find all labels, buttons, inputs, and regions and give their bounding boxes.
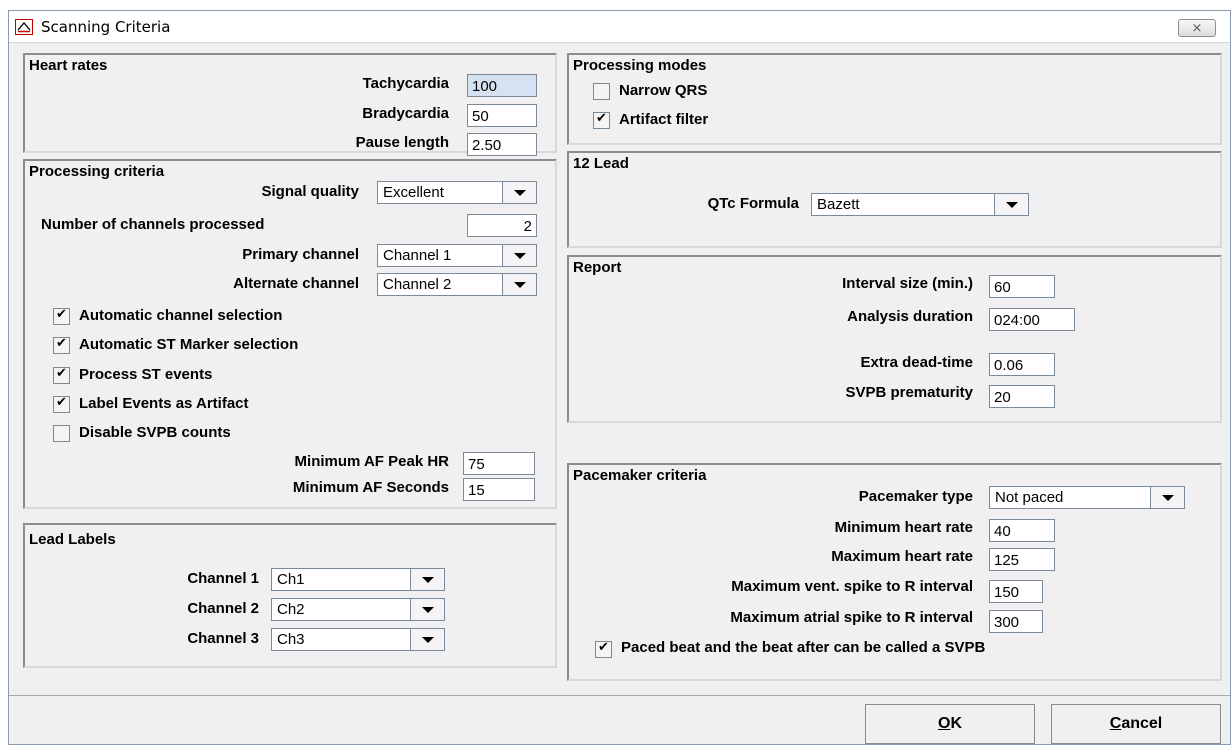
pacemaker-type-value: Not paced: [995, 489, 1064, 506]
primary-channel-value: Channel 1: [383, 247, 452, 264]
lead-channel-1-label: Channel 1: [187, 570, 259, 587]
lead-channel-3-dropdown[interactable]: Ch3: [271, 628, 445, 651]
min-af-seconds-field[interactable]: 15: [463, 478, 535, 501]
lead-channel-3-label: Channel 3: [187, 630, 259, 647]
svpb-prematurity-field[interactable]: 20: [989, 385, 1055, 408]
lead-labels-title: Lead Labels: [29, 531, 116, 548]
disable-svpb-counts-checkbox[interactable]: [53, 425, 70, 442]
signal-quality-label: Signal quality: [261, 183, 359, 200]
auto-channel-selection-label: Automatic channel selection: [79, 307, 283, 324]
interval-size-field[interactable]: 60: [989, 275, 1055, 298]
num-channels-field[interactable]: 2: [467, 214, 537, 237]
max-atrial-spike-label: Maximum atrial spike to R interval: [730, 609, 973, 626]
cancel-button[interactable]: Cancel: [1051, 704, 1221, 744]
ok-button[interactable]: OK: [865, 704, 1035, 744]
min-heart-rate-field[interactable]: 40: [989, 519, 1055, 542]
pause-length-field[interactable]: 2.50: [467, 133, 537, 156]
pacemaker-criteria-title: Pacemaker criteria: [573, 467, 707, 484]
min-af-peak-hr-label: Minimum AF Peak HR: [294, 453, 449, 470]
min-af-peak-hr-field[interactable]: 75: [463, 452, 535, 475]
bradycardia-label: Bradycardia: [362, 105, 449, 122]
lead-channel-3-value: Ch3: [277, 631, 305, 648]
pacemaker-type-label: Pacemaker type: [858, 488, 973, 505]
paced-beat-svpb-checkbox[interactable]: [595, 640, 612, 658]
narrow-qrs-label: Narrow QRS: [619, 82, 708, 99]
processing-modes-title: Processing modes: [573, 57, 707, 74]
min-heart-rate-label: Minimum heart rate: [834, 519, 973, 536]
lead-channel-2-label: Channel 2: [187, 600, 259, 617]
window-title: Scanning Criteria: [41, 18, 171, 36]
analysis-duration-field[interactable]: 024:00: [989, 308, 1075, 331]
chevron-down-icon[interactable]: [1150, 487, 1184, 508]
tachycardia-field[interactable]: 100: [467, 74, 537, 97]
chevron-down-icon[interactable]: [410, 569, 444, 590]
chevron-down-icon[interactable]: [410, 629, 444, 650]
lead-channel-2-dropdown[interactable]: Ch2: [271, 598, 445, 621]
extra-dead-time-label: Extra dead-time: [860, 354, 973, 371]
extra-dead-time-field[interactable]: 0.06: [989, 353, 1055, 376]
max-heart-rate-label: Maximum heart rate: [831, 548, 973, 565]
pause-length-label: Pause length: [355, 134, 449, 151]
qtc-formula-value: Bazett: [817, 196, 860, 213]
scanning-criteria-dialog: Scanning Criteria ⨯ Heart rates Tachycar…: [8, 10, 1231, 745]
cancel-label-rest: ancel: [1121, 715, 1163, 732]
qtc-formula-label: QTc Formula: [707, 195, 799, 212]
pacemaker-type-dropdown[interactable]: Not paced: [989, 486, 1185, 509]
lead-channel-1-dropdown[interactable]: Ch1: [271, 568, 445, 591]
auto-st-marker-label: Automatic ST Marker selection: [79, 336, 299, 353]
tachycardia-label: Tachycardia: [362, 75, 449, 92]
qtc-formula-dropdown[interactable]: Bazett: [811, 193, 1029, 216]
process-st-events-checkbox[interactable]: [53, 366, 70, 384]
primary-channel-label: Primary channel: [242, 246, 359, 263]
artifact-filter-label: Artifact filter: [619, 111, 709, 128]
primary-channel-dropdown[interactable]: Channel 1: [377, 244, 537, 267]
ok-mnemonic: O: [937, 715, 951, 732]
lead12-title: 12 Lead: [573, 155, 629, 172]
analysis-duration-label: Analysis duration: [847, 308, 973, 325]
max-atrial-spike-field[interactable]: 300: [989, 610, 1043, 633]
chevron-down-icon[interactable]: [502, 245, 536, 266]
label-events-artifact-label: Label Events as Artifact: [79, 395, 249, 412]
artifact-filter-checkbox[interactable]: [593, 111, 610, 129]
num-channels-label: Number of channels processed: [41, 216, 265, 233]
max-heart-rate-field[interactable]: 125: [989, 548, 1055, 571]
chevron-down-icon[interactable]: [502, 182, 536, 203]
interval-size-label: Interval size (min.): [842, 275, 973, 292]
process-st-events-label: Process ST events: [79, 366, 213, 383]
title-bar: Scanning Criteria ⨯: [9, 11, 1230, 43]
alternate-channel-label: Alternate channel: [233, 275, 359, 292]
alternate-channel-value: Channel 2: [383, 276, 452, 293]
button-bar: OK Cancel: [9, 695, 1230, 746]
bradycardia-field[interactable]: 50: [467, 104, 537, 127]
min-af-seconds-label: Minimum AF Seconds: [292, 479, 449, 496]
processing-modes-panel: Processing modes: [567, 53, 1222, 145]
chevron-down-icon[interactable]: [410, 599, 444, 620]
disable-svpb-counts-label: Disable SVPB counts: [79, 424, 231, 441]
ok-label-rest: K: [950, 715, 962, 732]
max-vent-spike-field[interactable]: 150: [989, 580, 1043, 603]
report-title: Report: [573, 259, 622, 276]
cancel-mnemonic: C: [1109, 715, 1122, 732]
max-vent-spike-label: Maximum vent. spike to R interval: [731, 578, 973, 595]
narrow-qrs-checkbox[interactable]: [593, 83, 610, 100]
auto-channel-selection-checkbox[interactable]: [53, 307, 70, 325]
lead-channel-2-value: Ch2: [277, 601, 305, 618]
alternate-channel-dropdown[interactable]: Channel 2: [377, 273, 537, 296]
svpb-prematurity-label: SVPB prematurity: [845, 384, 973, 401]
app-logo-icon: [15, 19, 33, 35]
signal-quality-dropdown[interactable]: Excellent: [377, 181, 537, 204]
close-button[interactable]: ⨯: [1178, 19, 1216, 37]
label-events-artifact-checkbox[interactable]: [53, 395, 70, 413]
chevron-down-icon[interactable]: [502, 274, 536, 295]
heart-rates-title: Heart rates: [29, 57, 108, 74]
lead-channel-1-value: Ch1: [277, 571, 305, 588]
chevron-down-icon[interactable]: [994, 194, 1028, 215]
auto-st-marker-checkbox[interactable]: [53, 336, 70, 354]
paced-beat-svpb-label: Paced beat and the beat after can be cal…: [621, 639, 986, 656]
processing-criteria-title: Processing criteria: [29, 163, 165, 180]
signal-quality-value: Excellent: [383, 184, 444, 201]
